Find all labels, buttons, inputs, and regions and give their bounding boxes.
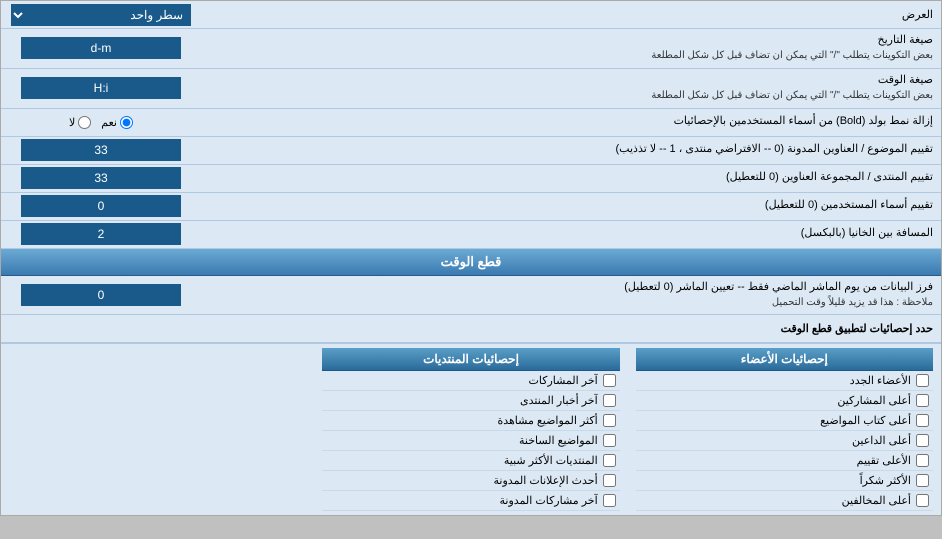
bold-radio-group: نعم لا [61,116,141,129]
stats-item-hot-topics: المواضيع الساخنة [322,431,619,451]
checkbox-latest-posts[interactable] [603,374,616,387]
header-select-area[interactable]: سطر واحد [1,2,201,28]
bold-names-radio-area: نعم لا [1,114,201,131]
time-format-input[interactable] [21,77,181,99]
bold-names-row: إزالة نمط بولد (Bold) من أسماء المستخدمي… [1,109,941,137]
bold-no-radio[interactable] [78,116,91,129]
space-between-input-area [1,221,201,247]
sort-forums-input-area [1,165,201,191]
stats-item-most-thanks: الأكثر شكراً [636,471,933,491]
time-format-label: صيغة الوقت بعض التكوينات يتطلب "/" التي … [201,69,941,108]
checkbox-latest-blog-posts[interactable] [603,494,616,507]
sort-users-label: تقييم أسماء المستخدمين (0 للتعطيل) [201,194,941,217]
checkbox-top-topic-writers[interactable] [916,414,929,427]
time-format-row: صيغة الوقت بعض التكوينات يتطلب "/" التي … [1,69,941,109]
sort-forums-row: تقييم المنتدى / المجموعة العناوين (0 للت… [1,165,941,193]
space-between-label: المسافة بين الخانيا (بالبكسل) [201,222,941,245]
checkbox-new-members[interactable] [916,374,929,387]
contributions-stats-header: إحصائيات المنتديات [322,348,619,371]
checkbox-most-similar-forums[interactable] [603,454,616,467]
checkbox-latest-announcements[interactable] [603,474,616,487]
apply-label: حدد إحصائيات لتطبيق قطع الوقت [1,318,941,339]
members-stats-col: إحصائيات الأعضاء الأعضاء الجدد أعلى المش… [628,344,941,515]
members-stats-header: إحصائيات الأعضاء [636,348,933,371]
date-format-input[interactable] [21,37,181,59]
bold-no-label[interactable]: لا [69,116,91,129]
stats-item-top-inviters: أعلى الداعين [636,431,933,451]
checkbox-top-violated[interactable] [916,494,929,507]
sort-topics-input[interactable] [21,139,181,161]
cutoff-input-area [1,282,201,308]
stats-columns: إحصائيات الأعضاء الأعضاء الجدد أعلى المش… [1,343,941,515]
date-format-row: صيغة التاريخ بعض التكوينات يتطلب "/" الت… [1,29,941,69]
cutoff-section-header: قطع الوقت [1,249,941,276]
checkbox-top-contributors[interactable] [916,394,929,407]
main-container: العرض سطر واحد صيغة التاريخ بعض التكوينا… [0,0,942,516]
sort-users-input-area [1,193,201,219]
stats-item-latest-blog-posts: آخر مشاركات المدونة [322,491,619,511]
sort-topics-label: تقييم الموضوع / العناوين المدونة (0 -- ا… [201,138,941,161]
date-format-label: صيغة التاريخ بعض التكوينات يتطلب "/" الت… [201,29,941,68]
stats-item-latest-announcements: أحدث الإعلانات المدونة [322,471,619,491]
date-format-input-area [1,35,201,61]
bold-names-label: إزالة نمط بولد (Bold) من أسماء المستخدمي… [201,110,941,133]
cutoff-row: فرز البيانات من يوم الماشر الماضي فقط --… [1,276,941,316]
stats-item-latest-posts: آخر المشاركات [322,371,619,391]
stats-item-latest-news: آخر أخبار المنتدى [322,391,619,411]
stats-item-most-similar-forums: المنتديات الأكثر شبية [322,451,619,471]
header-label: العرض [201,4,941,25]
checkbox-top-rated[interactable] [916,454,929,467]
header-row: العرض سطر واحد [1,1,941,29]
sort-topics-row: تقييم الموضوع / العناوين المدونة (0 -- ا… [1,137,941,165]
checkbox-top-inviters[interactable] [916,434,929,447]
cutoff-input[interactable] [21,284,181,306]
sort-users-input[interactable] [21,195,181,217]
stats-item-most-viewed: أكثر المواضيع مشاهدة [322,411,619,431]
stats-item-top-contributors: أعلى المشاركين [636,391,933,411]
bold-yes-radio[interactable] [120,116,133,129]
contributions-stats-col: إحصائيات المنتديات آخر المشاركات آخر أخب… [314,344,627,515]
sort-forums-label: تقييم المنتدى / المجموعة العناوين (0 للت… [201,166,941,189]
apply-row: حدد إحصائيات لتطبيق قطع الوقت [1,315,941,343]
stats-item-top-violated: أعلى المخالفين [636,491,933,511]
time-format-input-area [1,75,201,101]
checkbox-hot-topics[interactable] [603,434,616,447]
bold-yes-label[interactable]: نعم [101,116,133,129]
checkbox-most-viewed[interactable] [603,414,616,427]
apply-spacer-col [1,344,314,515]
sort-forums-input[interactable] [21,167,181,189]
space-between-row: المسافة بين الخانيا (بالبكسل) [1,221,941,249]
stats-item-new-members: الأعضاء الجدد [636,371,933,391]
checkbox-latest-news[interactable] [603,394,616,407]
stats-item-top-topic-writers: أعلى كتاب المواضيع [636,411,933,431]
cutoff-label: فرز البيانات من يوم الماشر الماضي فقط --… [201,276,941,315]
display-select[interactable]: سطر واحد [11,4,191,26]
checkbox-most-thanks[interactable] [916,474,929,487]
stats-item-top-rated: الأعلى تقييم [636,451,933,471]
space-between-input[interactable] [21,223,181,245]
sort-topics-input-area [1,137,201,163]
sort-users-row: تقييم أسماء المستخدمين (0 للتعطيل) [1,193,941,221]
